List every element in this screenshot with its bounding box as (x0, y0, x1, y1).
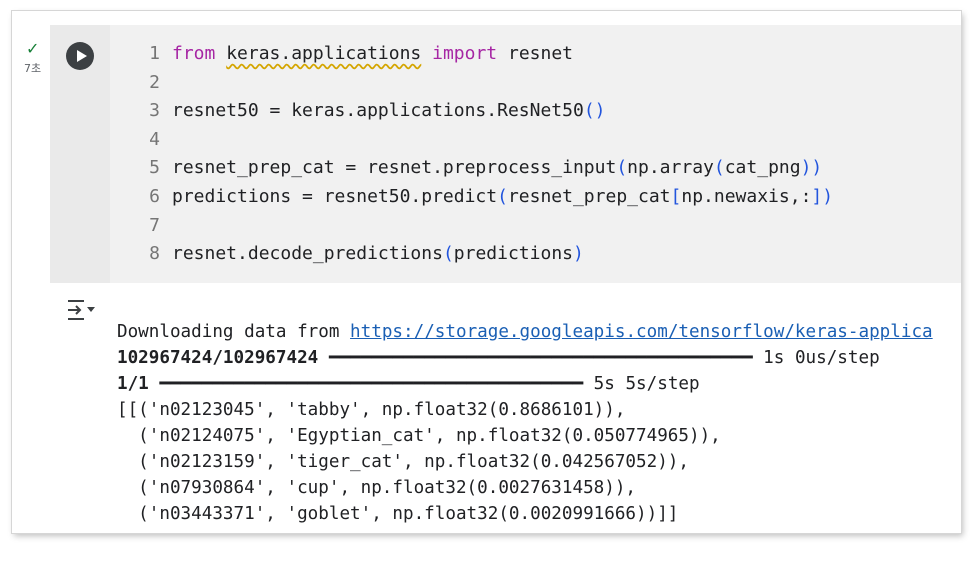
code-line[interactable]: 5 resnet_prep_cat = resnet.preprocess_inp… (120, 154, 833, 183)
download-prefix: Downloading data from (117, 322, 351, 342)
line-number: 7 (149, 214, 160, 236)
code-token: ( (497, 185, 508, 207)
result-line-3: ('n07930864', 'cup', np.float32(0.002763… (117, 478, 637, 498)
code-line[interactable]: 1 from keras.applications import resnet (120, 40, 833, 69)
progress-2-bar: ━━━━━━━━━━━━━━━━━━━━━━━━━━━━━━━━━━━━━━━━ (159, 374, 584, 394)
code-token: ) (573, 243, 584, 265)
result-line-1: ('n02124075', 'Egyptian_cat', np.float32… (117, 426, 721, 446)
progress-line-1: 102967424/102967424 ━━━━━━━━━━━━━━━━━━━━… (117, 345, 961, 371)
code-line[interactable]: 2 (120, 69, 833, 98)
progress-line-2: 1/1 ━━━━━━━━━━━━━━━━━━━━━━━━━━━━━━━━━━━━… (117, 371, 961, 397)
progress-1-bar: ━━━━━━━━━━━━━━━━━━━━━━━━━━━━━━━━━━━━━━━━ (328, 348, 753, 368)
code-token: predictions (453, 243, 573, 265)
run-cell-button[interactable] (66, 42, 94, 70)
result-line-4: ('n03443371', 'goblet', np.float32(0.002… (117, 504, 679, 524)
cell-run-area (50, 25, 110, 283)
check-icon: ✓ (26, 39, 40, 58)
code-token: () (583, 100, 606, 122)
code-token: [ (670, 185, 682, 207)
progress-1-rate: 0us/step (794, 348, 880, 368)
code-token: np.array (627, 157, 714, 179)
cell-output: Downloading data from https://storage.go… (50, 283, 961, 524)
result-line-0: [[('n02123045', 'tabby', np.float32(0.86… (117, 400, 626, 420)
code-cell[interactable]: 1 from keras.applications import resnet 2 … (50, 25, 961, 524)
output-toggle-icon[interactable] (65, 297, 99, 323)
line-number: 2 (149, 71, 160, 93)
code-token: )) (800, 157, 823, 179)
code-token: ( (442, 243, 454, 265)
code-token: resnet (497, 43, 574, 64)
code-token: from (172, 43, 216, 64)
code-token: resnet_prep_cat = resnet.preprocess_inpu… (172, 157, 617, 179)
progress-2-count: 1/1 (117, 374, 149, 394)
code-line[interactable]: 4 (120, 126, 833, 155)
code-token: ( (616, 157, 628, 179)
code-line[interactable]: 3 resnet50 = keras.applications.ResNet50(… (120, 97, 833, 126)
code-lines[interactable]: 1 from keras.applications import resnet 2 … (120, 40, 833, 269)
code-token: import (432, 43, 498, 64)
code-line[interactable]: 6 predictions = resnet50.predict(resnet_p… (120, 183, 833, 212)
line-number: 5 (149, 157, 160, 179)
line-number: 6 (149, 185, 160, 207)
download-line: Downloading data from https://storage.go… (117, 319, 961, 345)
execution-time: 7초 (24, 62, 42, 75)
progress-1-time: 1s (763, 348, 785, 368)
code-token: cat_png (724, 157, 801, 179)
code-token: keras.applications (226, 43, 422, 64)
notebook-frame: ✓ 7초 1 from keras.applications import res… (12, 11, 961, 533)
play-icon (77, 50, 87, 62)
line-number: 4 (149, 128, 160, 150)
progress-2-rate: 5s/step (625, 374, 700, 394)
line-number: 3 (149, 100, 160, 122)
line-number: 8 (149, 243, 160, 265)
code-token: resnet.decode_predictions (172, 243, 443, 265)
download-url-link[interactable]: https://storage.googleapis.com/tensorflo… (350, 322, 933, 342)
code-editor[interactable]: 1 from keras.applications import resnet 2 … (50, 25, 961, 283)
code-token: ( (713, 157, 725, 179)
result-line-2: ('n02123159', 'tiger_cat', np.float32(0.… (117, 452, 689, 472)
code-token: predictions = resnet50.predict (172, 185, 498, 207)
code-token: resnet50 = keras.applications.ResNet50 (172, 100, 584, 122)
code-token: np.newaxis,: (681, 185, 812, 207)
progress-1-count: 102967424/102967424 (117, 348, 319, 368)
code-line[interactable]: 7 (120, 212, 833, 241)
code-line[interactable]: 8 resnet.decode_predictions(predictions) (120, 240, 833, 269)
code-token: resnet_prep_cat (507, 185, 671, 207)
progress-2-time: 5s (593, 374, 615, 394)
output-text: Downloading data from https://storage.go… (117, 293, 961, 579)
code-token: ]) (811, 185, 834, 207)
line-number: 1 (149, 43, 160, 64)
cell-gutter: ✓ 7초 (12, 11, 50, 533)
